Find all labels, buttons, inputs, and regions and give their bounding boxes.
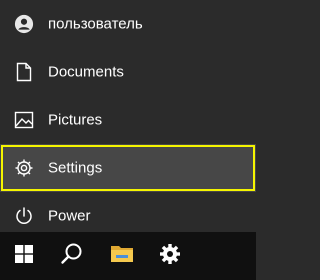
user-avatar-icon (14, 14, 34, 34)
menu-item-label: Settings (48, 159, 103, 177)
power-icon (14, 206, 34, 226)
start-menu: пользователь Documents Pictures Settings… (0, 0, 256, 232)
picture-icon (14, 110, 34, 130)
search-button[interactable] (48, 232, 96, 280)
menu-item-settings[interactable]: Settings (0, 144, 256, 192)
search-icon (60, 242, 84, 271)
taskbar (0, 232, 256, 280)
menu-item-label: Power (48, 207, 91, 225)
windows-logo-icon (15, 244, 33, 268)
menu-item-label: пользователь (48, 15, 143, 33)
document-icon (14, 62, 34, 82)
gear-icon (14, 158, 34, 178)
menu-item-label: Documents (48, 63, 124, 81)
file-explorer-button[interactable] (98, 232, 146, 280)
menu-item-label: Pictures (48, 111, 103, 129)
menu-item-pictures[interactable]: Pictures (0, 96, 256, 144)
gear-icon (159, 243, 181, 270)
folder-icon (110, 244, 134, 269)
taskbar-settings-button[interactable] (146, 232, 194, 280)
menu-item-user[interactable]: пользователь (0, 0, 256, 48)
menu-item-documents[interactable]: Documents (0, 48, 256, 96)
start-button[interactable] (0, 232, 48, 280)
